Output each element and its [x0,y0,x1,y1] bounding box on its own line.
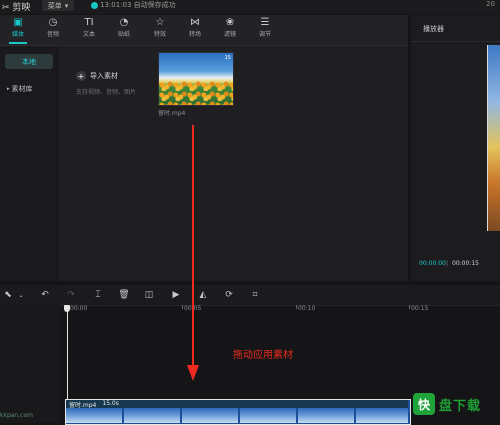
current-time: 00:00:00 [419,260,446,267]
tab-label: 调节 [258,31,271,38]
thumbnail-image [159,81,233,105]
tab-label: 音频 [46,31,59,38]
clip-frame [124,408,180,423]
brand-logo-icon: 快 [413,393,435,415]
media-icon: ▣ [13,17,23,28]
top-right-text: 20 [486,0,495,8]
split-icon[interactable]: ⌶ [91,288,105,302]
delete-icon[interactable]: 🗑 [117,288,131,302]
tab-filter[interactable]: ❀ 滤镜 [215,17,245,45]
total-time: 00:00:15 [452,260,479,267]
tab-label: 文本 [82,31,95,38]
select-cursor-icon[interactable]: ⬉ [1,288,15,302]
media-filename: 留时.mp4 [158,110,186,117]
clip-frame [240,408,296,423]
sidebar-item-library[interactable]: ▸ 素材库 [5,82,53,96]
ruler-tick [296,305,297,309]
clip-frame [298,408,354,423]
ruler-label: 00:10 [298,305,316,312]
save-status-text: 13:01:03 自动保存成功 [100,1,176,9]
brand-text: 盘下载 [439,399,482,414]
audio-icon: ◷ [48,17,58,28]
transition-icon: ⋈ [190,17,200,28]
chevron-down-icon: ▾ [64,1,69,10]
menu-button[interactable]: 菜单 ▾ [42,0,74,11]
import-label: 导入素材 [90,72,118,80]
chevron-right-icon: ▸ [7,86,10,92]
divider [411,41,500,42]
undo-icon[interactable]: ↶ [38,288,52,302]
tab-adjust[interactable]: ☰ 调节 [250,17,280,45]
import-media-button[interactable]: + 导入素材 [76,71,142,81]
sidebar-item-local[interactable]: 本地 [5,54,53,69]
tab-label: 滤镜 [223,31,236,38]
clip-duration: 15.0s [102,400,119,407]
tab-sticker[interactable]: ◔ 贴纸 [109,17,139,45]
player-title: 播放器 [423,25,444,33]
adjust-icon: ☰ [260,17,270,28]
playhead-handle[interactable] [64,305,70,312]
ruler-label: 00:15 [411,305,429,312]
tab-label: 特效 [153,31,166,38]
time-separator: | [446,260,449,267]
media-thumbnail[interactable]: 15 [158,52,234,106]
drag-arrow [187,125,199,381]
tab-label: 贴纸 [117,31,130,38]
crop-icon[interactable]: ⌗ [248,288,262,302]
sidebar-item-label: 素材库 [11,85,33,93]
clip-frame [182,408,238,423]
tab-label: 媒体 [11,31,24,38]
clip-frame [66,408,122,423]
thumbnail-duration: 15 [224,55,231,61]
filter-icon: ❀ [225,17,235,28]
app-title: ✂ 剪映 [2,0,30,13]
play-icon[interactable]: ▶ [169,288,183,302]
tab-media[interactable]: ▣ 媒体 [3,17,33,45]
tab-label: 转场 [188,31,201,38]
title-bar [0,0,500,14]
rotate-icon[interactable]: ⟳ [222,288,236,302]
watermark: kkpan.com [0,412,33,419]
clip-frame [356,408,408,423]
sticker-icon: ◔ [119,17,129,28]
tab-effects[interactable]: ☆ 特效 [145,17,175,45]
import-hint: 支持视频、音频、图片 [76,89,137,96]
ruler-label: 00:00 [70,305,88,312]
redo-icon[interactable]: ↷ [64,288,78,302]
text-icon: TI [84,17,94,28]
chevron-down-icon[interactable]: ⌄ [14,288,28,302]
tab-text[interactable]: TI 文本 [74,17,104,45]
clip-name: 留时.mp4 [69,402,97,409]
app-logo-icon: ✂ [2,3,10,13]
freeze-icon[interactable]: ◫ [142,288,156,302]
plus-icon: + [76,71,86,81]
annotation-text: 拖动应用素材 [233,350,293,361]
effects-icon: ☆ [155,17,165,28]
save-status-icon [91,2,98,9]
app-title-text: 剪映 [12,3,31,13]
clip-header: 留时.mp4 15.0s [66,400,408,409]
tab-transition[interactable]: ⋈ 转场 [180,17,210,45]
tab-audio[interactable]: ◷ 音频 [38,17,68,45]
ruler-tick [409,305,410,309]
ruler-tick [182,305,183,309]
track-header [0,305,60,423]
player-preview[interactable] [487,45,500,231]
menu-label: 菜单 [47,1,62,10]
